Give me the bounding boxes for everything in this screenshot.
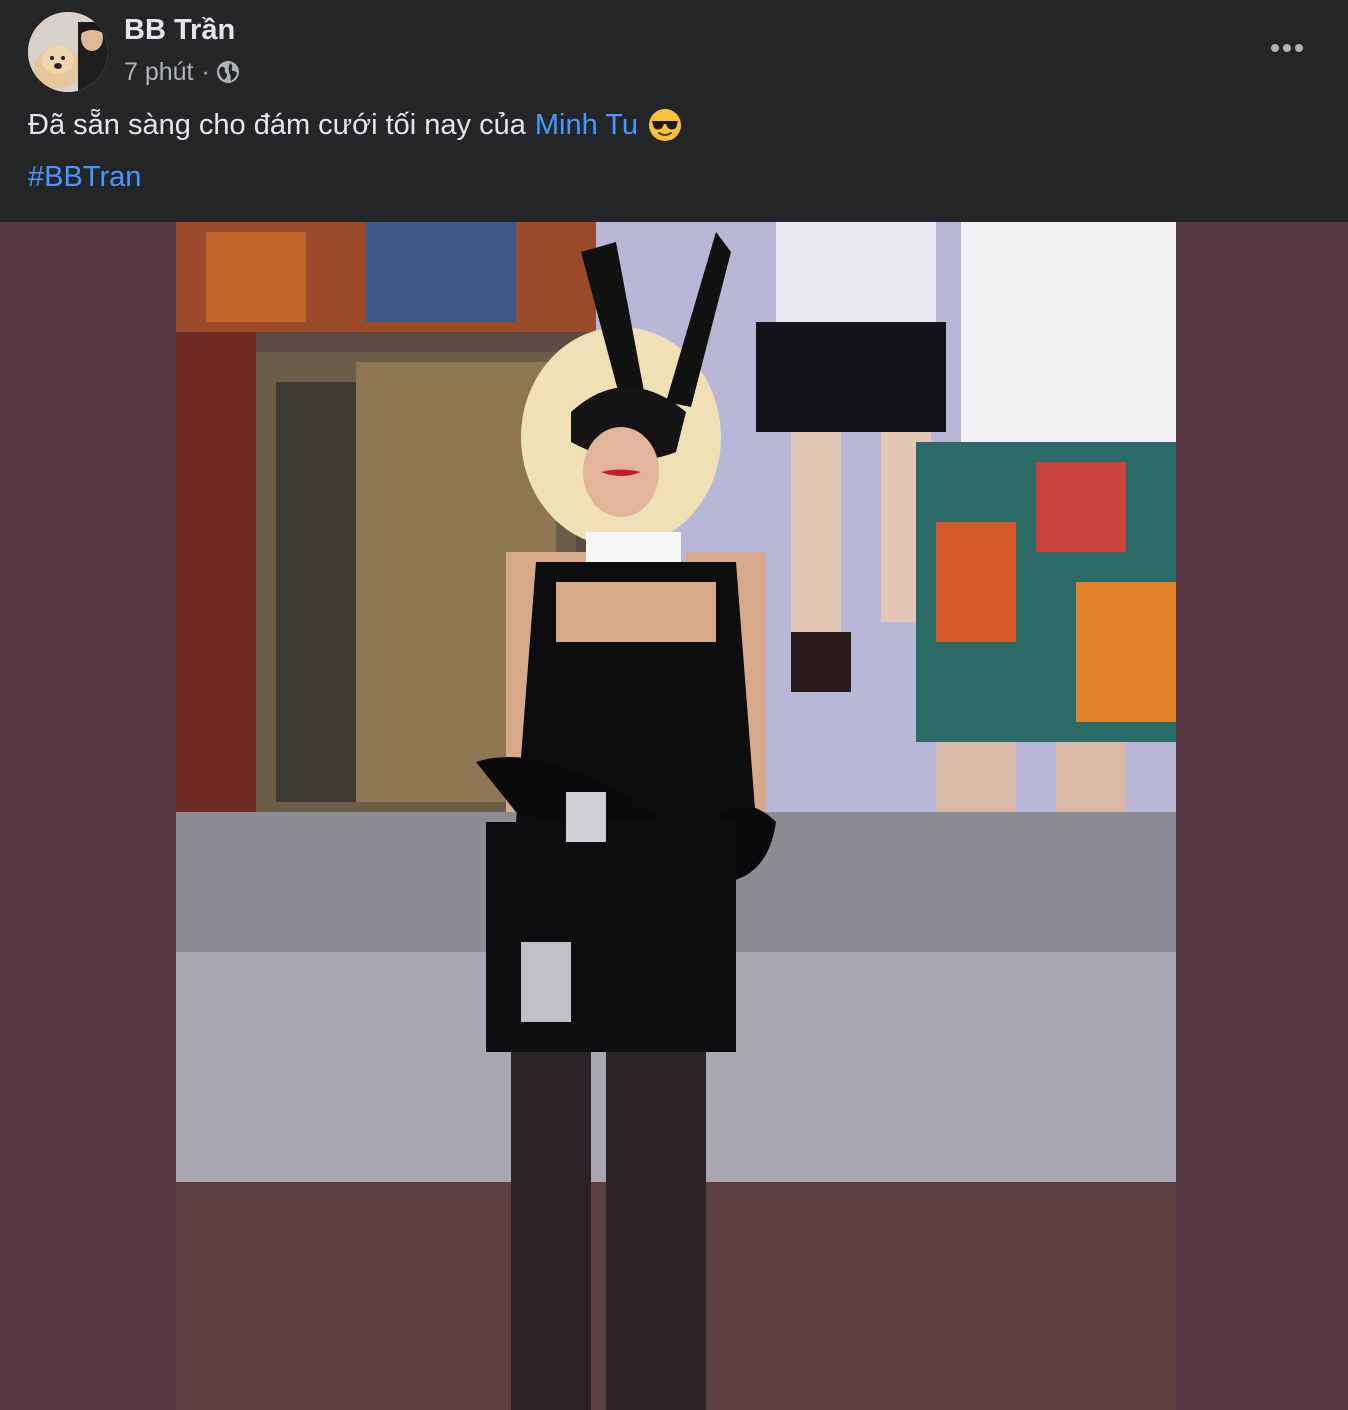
- post-time[interactable]: 7 phút: [124, 58, 194, 87]
- more-dot-icon: [1271, 44, 1279, 52]
- hashtag-link[interactable]: #BBTran: [28, 161, 141, 194]
- post-meta: 7 phút ·: [124, 56, 240, 88]
- post-media[interactable]: [0, 222, 1348, 1410]
- post-caption: Đã sẵn sàng cho đám cưới tối nay của Min…: [28, 108, 682, 142]
- more-dot-icon: [1295, 44, 1303, 52]
- meta-separator: ·: [201, 57, 210, 86]
- more-dot-icon: [1283, 44, 1291, 52]
- avatar-image: [28, 12, 108, 92]
- avatar[interactable]: [28, 12, 108, 92]
- sunglasses-emoji-icon: [649, 109, 682, 141]
- more-options-button[interactable]: [1264, 30, 1310, 66]
- caption-text: Đã sẵn sàng cho đám cưới tối nay của: [28, 108, 526, 141]
- post-photo[interactable]: [176, 222, 1176, 1410]
- author-name[interactable]: BB Trần: [124, 14, 235, 47]
- post-header: BB Trần 7 phút · Đã sẵn sàng cho đám cướ…: [0, 0, 1348, 222]
- globe-icon[interactable]: [216, 60, 240, 84]
- photo-image: [176, 222, 1176, 1410]
- mention-link[interactable]: Minh Tu: [535, 109, 638, 142]
